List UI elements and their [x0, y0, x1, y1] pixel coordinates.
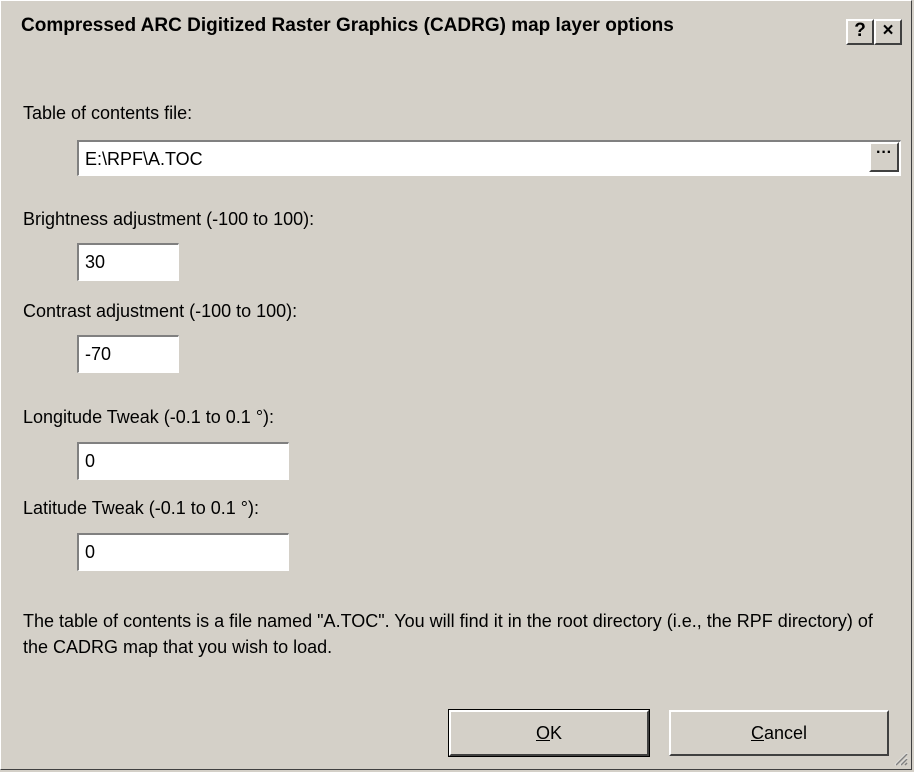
help-description: The table of contents is a file named "A… — [23, 611, 873, 657]
contrast-label: Contrast adjustment (-100 to 100): — [23, 301, 298, 321]
ok-mnemonic: O — [535, 723, 550, 743]
ok-label-rest: K — [550, 723, 563, 743]
help-icon: ? — [854, 20, 866, 41]
toc-label: Table of contents file: — [23, 103, 193, 123]
window-title: Compressed ARC Digitized Raster Graphics… — [21, 15, 674, 36]
longitude-input[interactable]: 0 — [77, 442, 289, 480]
latitude-input[interactable]: 0 — [77, 533, 289, 571]
resize-grip-icon[interactable] — [892, 750, 908, 766]
close-icon: × — [882, 20, 894, 41]
cadrg-options-dialog: Compressed ARC Digitized Raster Graphics… — [0, 0, 912, 770]
close-button[interactable]: × — [874, 19, 902, 45]
help-button[interactable]: ? — [846, 19, 874, 45]
longitude-label: Longitude Tweak (-0.1 to 0.1 °): — [23, 407, 275, 427]
ok-button[interactable]: OK — [448, 709, 650, 757]
toc-file-input[interactable]: E:\RPF\A.TOC — [77, 140, 901, 176]
brightness-input[interactable]: 30 — [77, 243, 179, 281]
ellipsis-icon: ··· — [876, 144, 892, 161]
cancel-mnemonic: C — [750, 723, 764, 743]
cancel-button[interactable]: Cancel — [669, 710, 889, 756]
brightness-label: Brightness adjustment (-100 to 100): — [23, 209, 315, 229]
latitude-label: Latitude Tweak (-0.1 to 0.1 °): — [23, 498, 259, 518]
browse-button[interactable]: ··· — [869, 142, 899, 172]
cancel-label-rest: ancel — [763, 723, 808, 743]
contrast-input[interactable]: -70 — [77, 335, 179, 373]
title-bar[interactable]: Compressed ARC Digitized Raster Graphics… — [3, 3, 909, 55]
